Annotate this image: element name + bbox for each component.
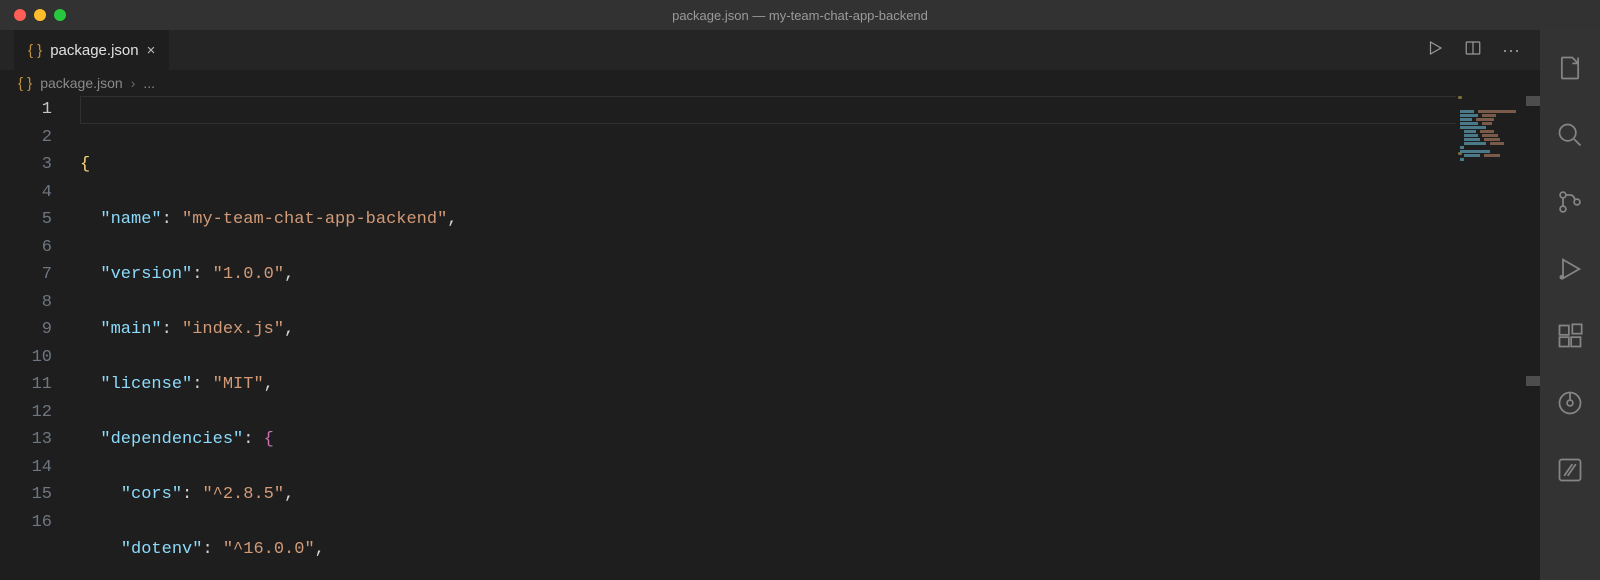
explorer-icon[interactable] [1556,54,1584,87]
tab-package-json[interactable]: { } package.json × [14,30,170,70]
line-number: 16 [0,509,52,537]
tab-label: package.json [50,42,138,59]
line-number: 2 [0,124,52,152]
line-number: 4 [0,179,52,207]
split-editor-icon[interactable] [1464,39,1482,62]
run-icon[interactable] [1426,39,1444,62]
breadcrumb-filename: package.json [40,75,123,91]
scroll-mark [1526,96,1540,106]
line-number-gutter: 1 2 3 4 5 6 7 8 9 10 11 12 13 14 [0,96,80,580]
line-number: 14 [0,454,52,482]
more-actions-icon[interactable]: ··· [1502,41,1520,59]
code-content[interactable]: { "name": "my-team-chat-app-backend", "v… [80,96,1540,580]
json-file-icon: { } [18,75,32,92]
minimap[interactable] [1456,96,1526,580]
line-number: 15 [0,481,52,509]
remote-icon[interactable] [1556,456,1584,489]
search-icon[interactable] [1556,121,1584,154]
code-editor[interactable]: 1 2 3 4 5 6 7 8 9 10 11 12 13 14 [0,96,1540,580]
window-title: package.json — my-team-chat-app-backend [672,8,928,23]
line-number: 7 [0,261,52,289]
run-debug-icon[interactable] [1556,255,1584,288]
breadcrumb[interactable]: { } package.json › ... [0,70,1540,96]
line-number: 13 [0,426,52,454]
line-number: 9 [0,316,52,344]
active-line-highlight [80,96,1540,124]
source-control-icon[interactable] [1556,188,1584,221]
tab-bar: { } package.json × ··· [0,30,1540,70]
line-number: 6 [0,234,52,262]
tab-close-icon[interactable]: × [147,42,156,59]
json-file-icon: { } [28,42,42,59]
activity-bar [1540,30,1600,580]
editor-window: package.json — my-team-chat-app-backend … [0,0,1600,580]
vertical-scrollbar[interactable] [1526,96,1540,580]
editor-wrapper: 1 2 3 4 5 6 7 8 9 10 11 12 13 14 [0,96,1540,580]
window-controls [0,9,66,21]
line-number: 5 [0,206,52,234]
line-number: 8 [0,289,52,317]
line-number: 10 [0,344,52,372]
gitlens-icon[interactable] [1556,389,1584,422]
title-bar: package.json — my-team-chat-app-backend [0,0,1600,30]
window-maximize-button[interactable] [54,9,66,21]
line-number: 11 [0,371,52,399]
window-close-button[interactable] [14,9,26,21]
extensions-icon[interactable] [1556,322,1584,355]
editor-column: { } package.json × ··· { } [0,30,1540,580]
line-number: 3 [0,151,52,179]
editor-actions: ··· [1406,30,1540,70]
line-number: 1 [0,96,52,124]
main-area: { } package.json × ··· { } [0,30,1600,580]
scroll-mark [1526,376,1540,386]
breadcrumb-tail: ... [143,75,155,91]
window-minimize-button[interactable] [34,9,46,21]
line-number: 12 [0,399,52,427]
chevron-right-icon: › [131,75,136,91]
